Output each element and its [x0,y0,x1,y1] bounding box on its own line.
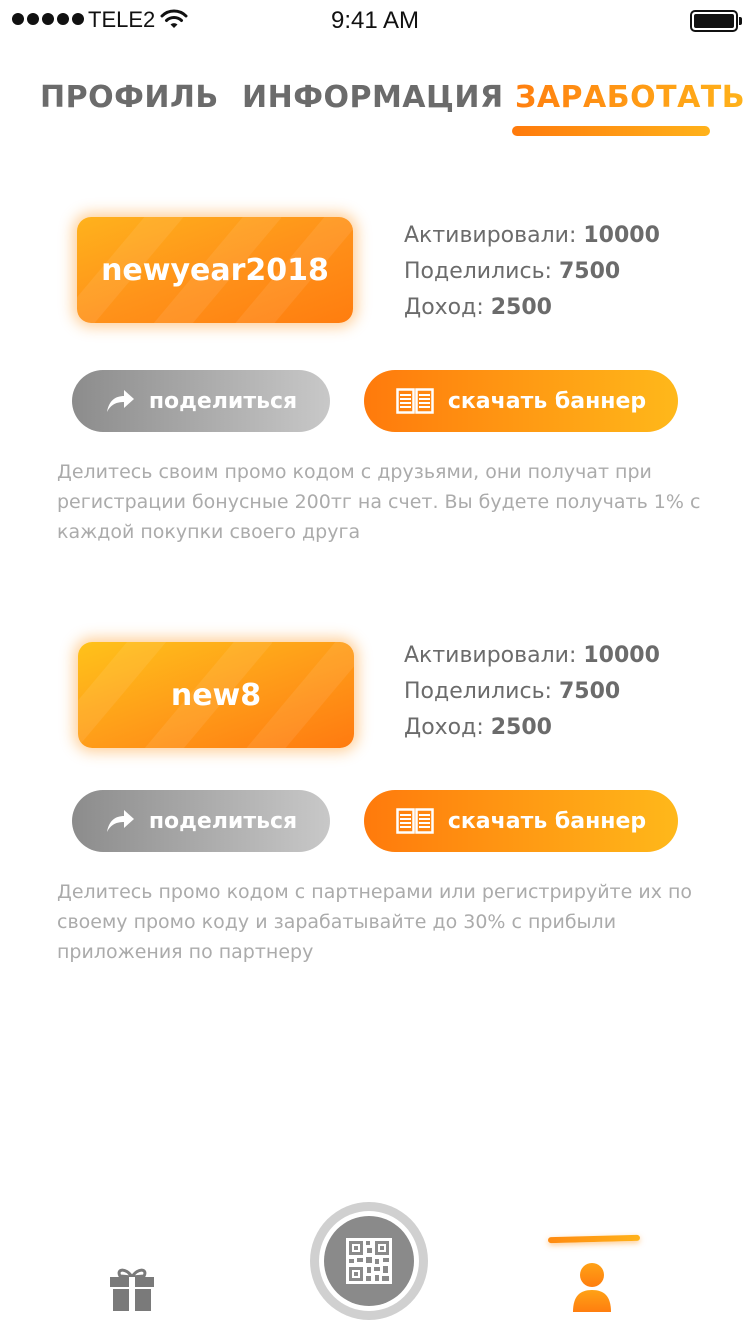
tab-profile[interactable]: ПРОФИЛЬ [40,80,219,115]
user-icon[interactable] [570,1262,614,1312]
tab-information[interactable]: ИНФОРМАЦИЯ [242,80,504,115]
share-arrow-icon [106,810,134,832]
promo-description: Делитесь своим промо кодом с друзьями, о… [57,461,701,543]
gift-icon[interactable] [108,1265,156,1311]
download-banner-button[interactable]: скачать баннер [364,370,678,432]
stat-activated: Активировали: 10000 [404,643,660,668]
promo-stats: Активировали: 10000 Поделились: 7500 Дох… [404,638,660,746]
share-arrow-icon [106,390,134,412]
banner-button-label: скачать баннер [447,388,647,414]
share-button[interactable]: поделиться [72,790,330,852]
promo-description: Делитесь промо кодом с партнерами или ре… [57,881,693,963]
promo-code-badge[interactable]: new8 [78,642,354,748]
qr-code-icon [346,1238,392,1284]
active-nav-indicator [547,1234,641,1244]
promo-stats: Активировали: 10000 Поделились: 7500 Дох… [404,218,660,326]
stat-income: Доход: 2500 [404,295,552,320]
share-button-label: поделиться [148,808,298,834]
stat-shared: Поделились: 7500 [404,259,621,284]
qr-scan-button[interactable] [310,1202,428,1320]
promo-code-text: new8 [170,677,262,713]
banner-book-icon [396,388,434,414]
banner-book-icon [396,808,434,834]
active-tab-indicator [512,126,710,136]
stat-income: Доход: 2500 [404,715,552,740]
status-time: 9:41 AM [330,7,420,34]
banner-button-label: скачать баннер [447,808,647,834]
stat-shared: Поделились: 7500 [404,679,621,704]
promo-code-text: newyear2018 [101,252,329,288]
share-button[interactable]: поделиться [72,370,330,432]
promo-code-badge[interactable]: newyear2018 [77,217,353,323]
stat-activated: Активировали: 10000 [404,223,660,248]
share-button-label: поделиться [148,388,298,414]
battery-icon [690,10,742,32]
download-banner-button[interactable]: скачать баннер [364,790,678,852]
status-bar: TELE2 9:41 AM [0,0,750,40]
tab-earn[interactable]: ЗАРАБОТАТЬ [515,80,745,115]
